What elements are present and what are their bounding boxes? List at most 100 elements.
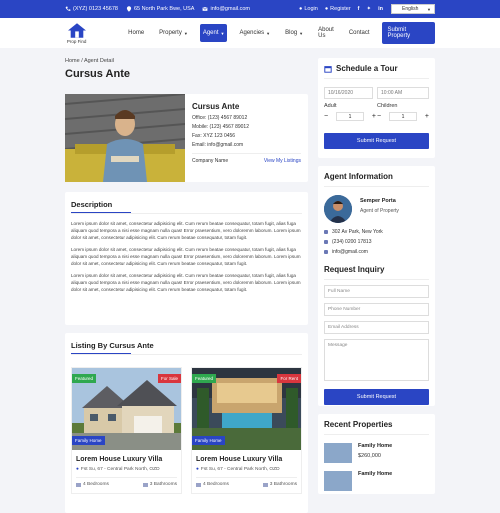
bedrooms: 4 Bedrooms bbox=[76, 482, 109, 487]
top-bar: (XYZ) 0123 45678 65 North Park Bwe, USA … bbox=[0, 0, 500, 18]
caret-down-icon: ▼ bbox=[266, 30, 271, 36]
status-badge: For Rent bbox=[277, 374, 301, 383]
status-badge: For Sale bbox=[157, 374, 181, 383]
featured-badge: Featured bbox=[72, 374, 97, 383]
sidebar: Schedule a Tour 10/16/2020 10:00 AM Adul… bbox=[318, 58, 435, 494]
nav-item-blog[interactable]: Blog ▼ bbox=[282, 24, 306, 42]
listing-title: Listing By Cursus Ante bbox=[71, 341, 302, 354]
adult-label: Adult bbox=[324, 103, 337, 109]
adult-stepper: − 1 + bbox=[324, 112, 376, 121]
facebook-icon[interactable]: f bbox=[358, 6, 360, 12]
bath-icon bbox=[142, 482, 148, 487]
agent-photo-image bbox=[65, 94, 185, 182]
agent-card-footer: Company Name View My Listings bbox=[192, 153, 301, 164]
plus-button[interactable]: + bbox=[372, 113, 376, 120]
email-address-input[interactable]: Email Address bbox=[324, 321, 429, 334]
description-paragraph: Lorem ipsum dolor sit amet, consectetur … bbox=[71, 273, 301, 292]
address-text: 65 North Park Bwe, USA bbox=[133, 6, 195, 12]
agent-photo bbox=[65, 94, 185, 182]
children-value[interactable]: 1 bbox=[389, 112, 417, 121]
phone-info: (XYZ) 0123 45678 bbox=[65, 6, 118, 12]
email-text: info@gmail.com bbox=[210, 6, 250, 12]
twitter-icon[interactable]: ✦ bbox=[367, 6, 372, 12]
tour-date-input[interactable]: 10/16/2020 bbox=[324, 87, 373, 99]
property-card[interactable]: Featured For Sale Family Home Lorem Hous… bbox=[71, 367, 182, 494]
user-icon: ● bbox=[299, 6, 303, 12]
children-label: Children bbox=[377, 103, 398, 109]
nav-item-home[interactable]: Home bbox=[125, 24, 147, 42]
inquiry-title: Request Inquiry bbox=[324, 265, 385, 274]
view-listings-link[interactable]: View My Listings bbox=[264, 158, 301, 164]
phone-icon bbox=[65, 6, 71, 11]
recent-property-item[interactable]: Family Home bbox=[324, 471, 429, 491]
mail-icon bbox=[324, 250, 328, 254]
recent-property-item[interactable]: Family Home $260,000 bbox=[324, 443, 429, 463]
agent-mobile: Mobile: (123) 4567 89012 bbox=[192, 124, 249, 130]
full-name-input[interactable]: Full Name bbox=[324, 285, 429, 298]
site-logo[interactable]: Prop Find bbox=[65, 22, 88, 44]
agent-info-phone: (234) 0200 17813 bbox=[324, 239, 429, 245]
property-title[interactable]: Lorem House Luxury Villa bbox=[196, 456, 297, 463]
recent-title: Recent Properties bbox=[324, 420, 393, 429]
type-badge: Family Home bbox=[72, 436, 105, 445]
minus-button[interactable]: − bbox=[377, 113, 381, 120]
tour-time-input[interactable]: 10:00 AM bbox=[377, 87, 429, 99]
phone-number-input[interactable]: Phone Number bbox=[324, 303, 429, 316]
property-image[interactable]: Featured For Rent Family Home bbox=[192, 368, 301, 450]
nav-item-about[interactable]: About Us bbox=[315, 24, 337, 42]
nav-item-agent[interactable]: Agent ▼ bbox=[199, 24, 228, 42]
schedule-tour-widget: Schedule a Tour 10/16/2020 10:00 AM Adul… bbox=[318, 58, 435, 158]
register-icon: ● bbox=[324, 6, 329, 12]
company-name: Company Name bbox=[192, 158, 229, 164]
agent-office: Office: (123) 4567 89012 bbox=[192, 115, 248, 121]
agent-info-name[interactable]: Semper Porta bbox=[360, 198, 399, 204]
location-icon bbox=[324, 230, 328, 234]
bathrooms: 3 Bathrooms bbox=[262, 482, 297, 487]
location-icon: ● bbox=[76, 467, 79, 472]
featured-badge: Featured bbox=[192, 374, 217, 383]
message-textarea[interactable]: Message bbox=[324, 339, 429, 381]
adult-value[interactable]: 1 bbox=[336, 112, 364, 121]
nav-item-agencies[interactable]: Agencies ▼ bbox=[236, 24, 273, 42]
address-info: 65 North Park Bwe, USA bbox=[126, 6, 195, 12]
property-address: ● Fst Su, 67 - Central Park North, OZD bbox=[76, 467, 160, 472]
email-info: info@gmail.com bbox=[202, 6, 250, 12]
tour-title: Schedule a Tour bbox=[324, 64, 429, 73]
recent-property-price: $260,000 bbox=[358, 453, 381, 459]
language-select[interactable]: English ▼ bbox=[391, 4, 435, 14]
recent-property-name: Family Home bbox=[358, 471, 393, 477]
description-paragraph: Lorem ipsum dolor sit amet, consectetur … bbox=[71, 221, 301, 240]
linkedin-icon[interactable]: in bbox=[378, 6, 383, 12]
bathrooms: 3 Bathrooms bbox=[142, 482, 177, 487]
property-image[interactable]: Featured For Sale Family Home bbox=[72, 368, 181, 450]
nav-item-contact[interactable]: Contact bbox=[346, 24, 373, 42]
bed-icon bbox=[76, 482, 81, 487]
agent-info-address: 302 Av Park, New York bbox=[324, 229, 429, 235]
house-logo-icon bbox=[67, 22, 86, 38]
submit-request-button[interactable]: Submit Request bbox=[324, 133, 429, 149]
minus-button[interactable]: − bbox=[324, 113, 328, 120]
recent-properties-widget: Recent Properties Family Home $260,000 F… bbox=[318, 414, 435, 494]
submit-property-button[interactable]: Submit Property bbox=[381, 22, 435, 44]
logo-text: Prop Find bbox=[66, 38, 87, 44]
agent-information-widget: Agent Information Semper Porta Agent of … bbox=[318, 166, 435, 406]
agent-info-email: info@gmail.com bbox=[324, 249, 429, 255]
plus-button[interactable]: + bbox=[425, 113, 429, 120]
property-address: ● Fst Su, 67 - Central Park North, OZD bbox=[196, 467, 280, 472]
login-link[interactable]: ● Login bbox=[299, 6, 318, 12]
caret-down-icon: ▼ bbox=[183, 30, 188, 36]
agent-info-title: Agent Information bbox=[324, 172, 393, 181]
bed-icon bbox=[196, 482, 201, 487]
property-title[interactable]: Lorem House Luxury Villa bbox=[76, 456, 177, 463]
nav-item-property[interactable]: Property ▼ bbox=[156, 24, 191, 42]
recent-property-thumb bbox=[324, 471, 352, 491]
submit-inquiry-button[interactable]: Submit Request bbox=[324, 389, 429, 405]
register-link[interactable]: ● Register bbox=[325, 6, 351, 12]
phone-icon bbox=[324, 240, 328, 244]
recent-property-name: Family Home bbox=[358, 443, 393, 449]
children-stepper: − 1 + bbox=[377, 112, 429, 121]
agent-info-role: Agent of Property bbox=[360, 208, 399, 214]
agent-name: Cursus Ante bbox=[192, 102, 240, 111]
type-badge: Family Home bbox=[192, 436, 225, 445]
property-card[interactable]: Featured For Rent Family Home Lorem Hous… bbox=[191, 367, 302, 494]
